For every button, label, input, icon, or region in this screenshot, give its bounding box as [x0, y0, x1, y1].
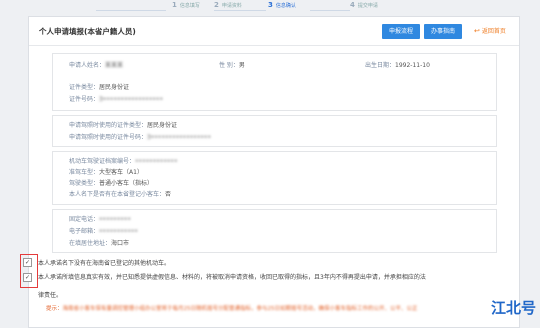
- license-id-type-row: 申请驾照时使用的证件类型：居民身份证: [69, 122, 178, 129]
- commitment-text-2-cont: 律责任。: [38, 292, 63, 299]
- commitment-checkbox-1[interactable]: ✓: [23, 258, 32, 267]
- source-watermark: 江北号: [490, 299, 536, 317]
- applicant-section: 申请人姓名：某某某 性 别：男 出生日期：1992-11-10 证件类型：居民身…: [52, 53, 497, 111]
- step-divider: [214, 10, 266, 11]
- birth-row: 出生日期：1992-11-10: [365, 62, 430, 69]
- quota-type-row: 驾驶类型：普通小客车（指标）: [69, 180, 154, 187]
- vehicle-section: 机动车驾驶证档案编号：•••••••••••• 准驾车型：大型客车（A1） 驾驶…: [52, 151, 497, 205]
- back-home-button[interactable]: ↩ 返回首页: [466, 24, 514, 39]
- progress-steps: 1 信息填写 2 申请资料 3 信息确认 4 提交申请: [0, 0, 540, 12]
- tip-text: 提示：海南省小客车保有量调控管理小组办公室将于每月25日随机摇号分配普通指标，参…: [46, 306, 418, 312]
- step-3: 3 信息确认: [268, 1, 296, 9]
- commitment-text-1: 本人承诺名下没有在海南省已登记的其他机动车。: [38, 260, 171, 267]
- gender-row: 性 别：男: [219, 62, 245, 69]
- step-4: 4 提交申请: [350, 1, 378, 9]
- step-2: 2 申请资料: [214, 1, 242, 9]
- id-type-row: 证件类型：居民身份证: [69, 84, 130, 91]
- return-icon: ↩: [474, 27, 480, 35]
- panel-header: 个人申请填报(本省户籍人员) 申报流程 办事指南 ↩ 返回首页: [29, 17, 519, 46]
- license-section: 申请驾照时使用的证件类型：居民身份证 申请驾照时使用的证件号码：3•••••••…: [52, 115, 497, 147]
- process-button[interactable]: 申报流程: [382, 24, 420, 39]
- archive-row: 机动车驾驶证档案编号：••••••••••••: [69, 158, 178, 165]
- page-title: 个人申请填报(本省户籍人员): [39, 27, 136, 36]
- owned-car-row: 本人名下是否有在本省登记小客车：否: [69, 191, 172, 198]
- name-value: 某某某: [105, 62, 124, 69]
- email-row: 电子邮箱：•••••••••••: [69, 228, 138, 235]
- step-1: 1 信息填写: [172, 1, 200, 9]
- license-id-number-row: 申请驾照时使用的证件号码：3•••••••••••••••••: [69, 134, 211, 141]
- commitment-checkbox-2[interactable]: ✓: [23, 273, 32, 282]
- address-row: 在填居住地址：海口市: [69, 240, 130, 247]
- guide-button[interactable]: 办事指南: [424, 24, 462, 39]
- name-row: 申请人姓名：某某某: [69, 62, 124, 69]
- step-divider: [96, 10, 166, 11]
- step-divider: [310, 10, 350, 11]
- phone-row: 固定电话：•••••••••: [69, 216, 131, 223]
- commitment-text-2: 本人承诺所填信息真实有效，并已知悉提供虚假信息、材料的，将被取消申请资格，收回已…: [38, 274, 426, 281]
- contact-section: 固定电话：••••••••• 电子邮箱：••••••••••• 在填居住地址：海…: [52, 209, 497, 253]
- id-number-row: 证件号码：3•••••••••••••••••: [69, 96, 163, 103]
- license-class-row: 准驾车型：大型客车（A1）: [69, 169, 143, 176]
